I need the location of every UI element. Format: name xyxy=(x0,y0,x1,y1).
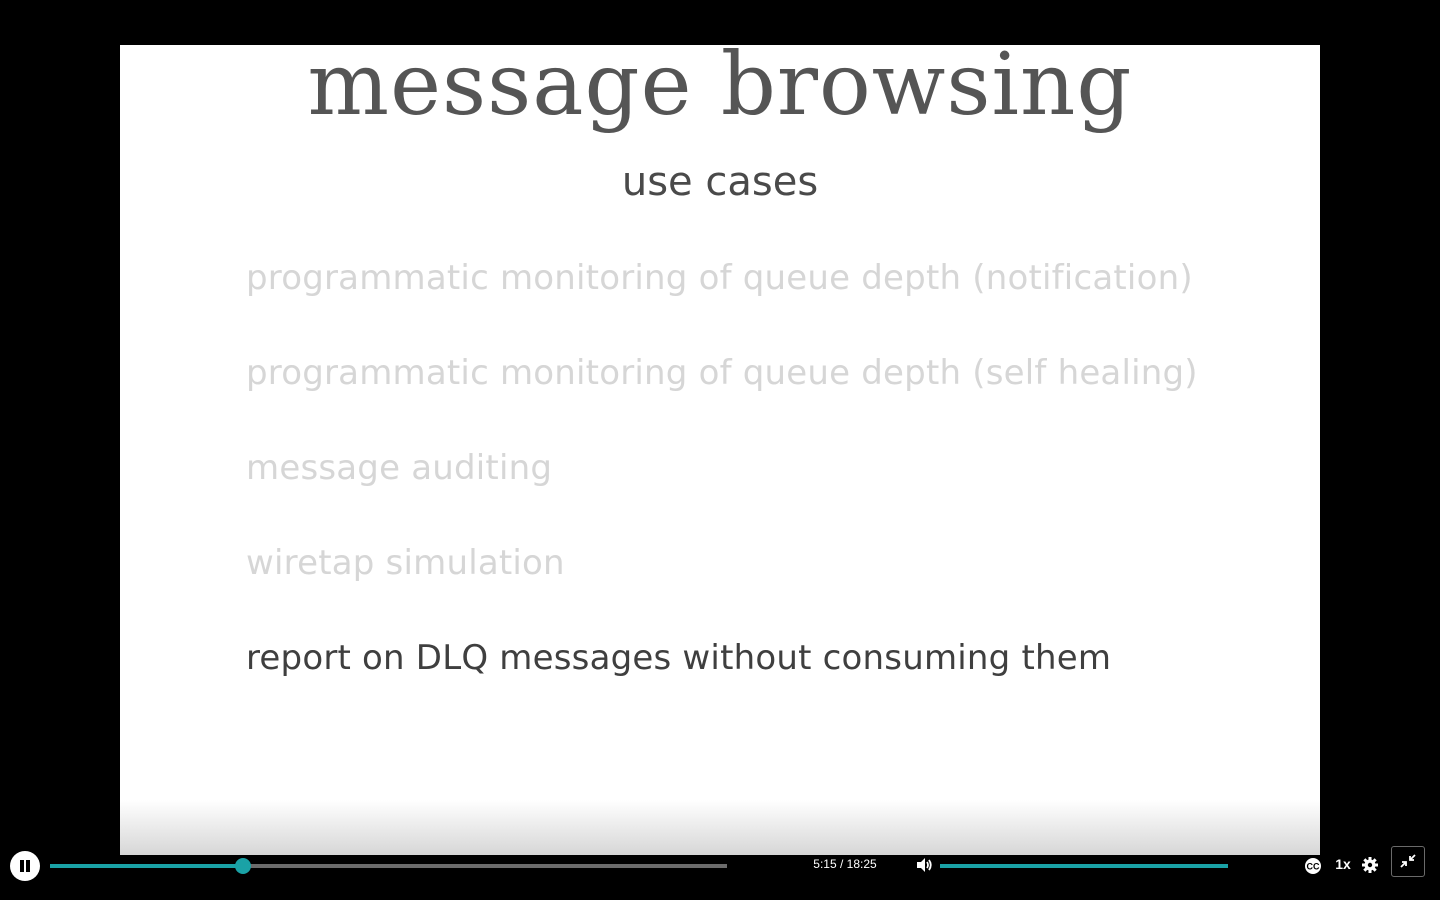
pause-icon-bar xyxy=(26,860,30,872)
player-controls-bar: 5:15 / 18:25 CC 1x xyxy=(0,845,1440,885)
use-case-item: message auditing xyxy=(246,448,553,488)
pause-button[interactable] xyxy=(10,851,40,881)
playback-speed-button[interactable]: 1x xyxy=(1330,856,1356,872)
volume-icon[interactable] xyxy=(914,855,934,875)
video-frame-slide[interactable]: message browsing use cases programmatic … xyxy=(120,45,1320,855)
use-case-item: programmatic monitoring of queue depth (… xyxy=(246,353,1198,393)
exit-fullscreen-icon xyxy=(1400,854,1416,868)
use-case-item-current: report on DLQ messages without consuming… xyxy=(246,638,1112,678)
use-case-item: wiretap simulation xyxy=(246,543,565,583)
video-player: message browsing use cases programmatic … xyxy=(0,0,1440,900)
use-case-item: programmatic monitoring of queue depth (… xyxy=(246,258,1193,298)
slide-title: message browsing xyxy=(307,45,1133,135)
svg-text:CC: CC xyxy=(1307,862,1320,872)
closed-captions-icon[interactable]: CC xyxy=(1303,856,1323,876)
slide-subtitle: use cases xyxy=(621,159,819,205)
time-readout: 5:15 / 18:25 xyxy=(813,857,877,871)
seek-handle[interactable] xyxy=(234,858,251,874)
gear-icon[interactable] xyxy=(1360,855,1380,875)
seek-bar[interactable] xyxy=(50,858,727,874)
seek-bar-progress xyxy=(50,864,243,868)
volume-slider[interactable] xyxy=(940,864,1228,868)
pause-icon xyxy=(20,860,24,872)
volume-slider-level xyxy=(940,864,1228,868)
exit-fullscreen-button[interactable] xyxy=(1391,846,1425,877)
